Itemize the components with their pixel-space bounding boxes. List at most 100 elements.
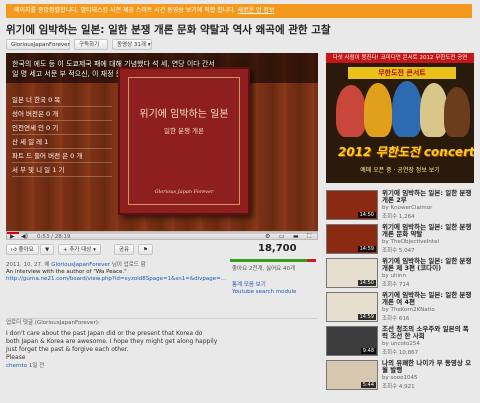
chapter-list: 일본 너 한국 0 목 성어 버전은 0 개 인천연세 인 0 기 산 세 일 … <box>12 93 112 177</box>
duration-badge: 14:59 <box>357 314 376 320</box>
related-channel: by KnowerClaimor <box>382 205 433 211</box>
comment-label: 업로더 댓글 (GloriousJapanForever): <box>6 320 100 326</box>
video-description: 2011. 10. 27. 에 GloriousJapanForever 님이 … <box>6 262 228 283</box>
related-title: 위기에 임박하는 일본: 일한 분쟁 개론 2부 <box>382 189 472 204</box>
related-views: 조회수 1,264 <box>382 214 415 220</box>
search-module-link[interactable]: Youtube search module <box>232 289 296 295</box>
video-player[interactable]: 한국의 에도 등 이 도쿄제국 패에 대해 기념했다 석 세, 연당 이다 간서… <box>6 53 318 231</box>
subscribe-button[interactable]: 구독하기 <box>74 39 108 50</box>
chapter-item: 파트 드 들어 버전 은 0 개 <box>12 149 112 163</box>
comment-header: 업로더 댓글 (GloriousJapanForever): <box>6 319 318 327</box>
chapter-item: 일본 너 한국 0 목 <box>12 93 112 107</box>
ad-big-text: 2012 무한도전 concert <box>338 145 474 159</box>
like-label: 좋아요 <box>18 247 34 253</box>
view-count: 18,700 <box>258 243 297 254</box>
video-thumbnail: 14:50 <box>326 190 378 220</box>
time-display: 0:53 / 28:19 <box>37 234 71 240</box>
sidebar-ad-banner[interactable]: 다섯 사람이 뭉친다! 코미디언 콘서트 2012 무한도전 공연 무한도전 콘… <box>326 53 474 183</box>
related-channel: by uncoto254 <box>382 341 420 347</box>
duration-badge: 5:44 <box>360 382 376 388</box>
description-url[interactable]: http://gurna.ne21.com/board/view.php?id=… <box>6 276 228 283</box>
book-author: Glorious Japan Forever <box>154 189 214 195</box>
share-label: 공유 <box>119 247 130 253</box>
likes-text: 좋아요 2천개, 싫어요 40개 <box>232 266 296 272</box>
related-channel: by uhinn <box>382 273 406 279</box>
book-title: 위기에 임박하는 일본 <box>139 109 229 120</box>
related-views: 조회수 10,867 <box>382 350 419 356</box>
chapter-item: 성어 버전은 0 개 <box>12 107 112 121</box>
chapter-item: 서 부 및 니 일 1 기 <box>12 163 112 177</box>
settings-icon[interactable]: ⚙ <box>265 233 270 240</box>
banner-link[interactable]: 새로운 업 정보 <box>238 7 275 14</box>
video-thumbnail: 9:48 <box>326 326 378 356</box>
flag-icon: ⚑ <box>143 247 148 253</box>
stats-link[interactable]: 통계 모음 보기 <box>232 280 266 288</box>
duration-badge: 14:59 <box>357 246 376 252</box>
comment-author[interactable]: chernto <box>6 363 27 369</box>
duration-badge: 14:50 <box>357 280 376 286</box>
flag-button[interactable]: ⚑ <box>138 244 153 255</box>
banner-text: 페이지를 중앙정렬합니다. 멀티태스킹 사전 제공 스마트 시간 동영상 보기에… <box>14 7 236 14</box>
related-channel: by sooo1045 <box>382 375 418 381</box>
ad-person-image <box>336 85 366 137</box>
related-video-item[interactable]: 5:44 나의 유쾌한 나이가 부 동영상 오월 발행 by sooo1045 … <box>326 358 474 392</box>
comment-line: I don't care about the past Japan did or… <box>6 330 203 337</box>
chevron-down-icon: ▾ <box>93 247 96 253</box>
chapter-item: 산 세 일 레 1 <box>12 135 112 149</box>
uploader-comment: I don't care about the past Japan did or… <box>6 330 318 370</box>
channel-name-button[interactable]: GloriousJapanForever <box>6 39 70 50</box>
related-title: 위기에 임박하는 일본: 일한 분쟁 개론 문화 약탈 <box>382 223 472 238</box>
popout-icon[interactable]: ▭ <box>279 233 285 240</box>
uploader-link[interactable]: GloriousJapanForever <box>51 262 110 268</box>
video-thumbnail: 14:59 <box>326 224 378 254</box>
comment-line: Just forget the past & forgive each othe… <box>6 346 129 353</box>
duration-badge: 14:50 <box>357 212 376 218</box>
videos-count-button[interactable]: 동영상 31개 ▾ <box>112 39 152 50</box>
comment-line: Please <box>6 354 26 361</box>
like-button[interactable]: 👍︎ 좋아요 <box>6 244 39 255</box>
related-views: 조회수 4,921 <box>382 384 415 390</box>
ad-subtext: 예매 오픈 중 · 공연장 정보 보기 <box>360 167 440 174</box>
dislike-button[interactable]: ▼ <box>40 244 55 255</box>
related-views: 조회수 714 <box>382 282 410 288</box>
upload-line: 2011. 10. 27. 에 GloriousJapanForever 님이 … <box>6 262 228 269</box>
related-title: 위기에 임박하는 일본: 일한 분쟁 개론 제 3편 (코다이) <box>382 257 472 272</box>
related-video-item[interactable]: 9:48 조선 청조의 소우주와 일본의 폭력 조선 한 사회 by uncot… <box>326 324 474 358</box>
thumbs-down-icon: ▼ <box>45 247 50 253</box>
thumbs-up-icon: 👍︎ <box>11 247 17 253</box>
duration-badge: 9:48 <box>360 348 376 354</box>
book-frame <box>128 77 240 205</box>
book-subtitle: 일한 분쟁 개론 <box>163 127 204 135</box>
comment-time: 1일 전 <box>28 363 45 369</box>
like-ratio-bar <box>230 259 316 262</box>
player-controls: ▶ ◀) 0:53 / 28:19 ⚙ ▭ ▬ ⛶ <box>6 231 318 240</box>
ad-person-image <box>392 81 422 137</box>
add-to-button[interactable]: + 추가 대상 ▾ <box>58 244 101 255</box>
video-title: 위기에 임박하는 일본: 일한 분쟁 개론 문화 약탈과 역사 왜곡에 관한 고… <box>6 24 331 36</box>
play-icon[interactable]: ▶ <box>10 233 15 240</box>
fullscreen-icon[interactable]: ⛶ <box>307 233 311 241</box>
related-channel: by TheObjectiveIntel <box>382 239 439 245</box>
ad-top-text: 다섯 사람이 뭉친다! 코미디언 콘서트 2012 무한도전 공연 <box>326 53 474 63</box>
related-views: 조회수 5,047 <box>382 248 415 254</box>
upload-date: 2011. 10. 27. 에 <box>6 262 50 268</box>
ad-person-image <box>444 87 470 137</box>
subscribe-label: 구독하기 <box>79 42 100 48</box>
related-video-item[interactable]: 14:50 위기에 임박하는 일본: 일한 분쟁 개론 2부 by Knower… <box>326 188 474 222</box>
upload-suffix: 님이 업로드 함 <box>111 262 146 268</box>
related-title: 위기에 임박하는 일본: 일한 분쟁 개론 여 4편 <box>382 291 472 306</box>
ad-person-image <box>364 83 392 137</box>
chapter-item: 인천연세 인 0 기 <box>12 121 112 135</box>
share-button[interactable]: 공유 <box>114 244 135 255</box>
related-title: 조선 청조의 소우주와 일본의 폭력 조선 한 사회 <box>382 325 469 340</box>
resize-icon[interactable]: ▬ <box>293 233 299 240</box>
top-notification-banner: 페이지를 중앙정렬합니다. 멀티태스킹 사전 제공 스마트 시간 동영상 보기에… <box>6 4 472 18</box>
related-video-item[interactable]: 14:59 위기에 임박하는 일본: 일한 분쟁 개론 여 4편 by TheK… <box>326 290 474 324</box>
ad-headline: 무한도전 콘서트 <box>348 67 456 79</box>
related-video-item[interactable]: 14:59 위기에 임박하는 일본: 일한 분쟁 개론 문화 약탈 by The… <box>326 222 474 256</box>
related-video-item[interactable]: 14:50 위기에 임박하는 일본: 일한 분쟁 개론 제 3편 (코다이) b… <box>326 256 474 290</box>
video-thumbnail: 14:59 <box>326 292 378 322</box>
videos-count-label: 동영상 31개 <box>117 42 146 48</box>
volume-icon[interactable]: ◀) <box>21 233 28 240</box>
related-views: 조회수 616 <box>382 316 410 322</box>
